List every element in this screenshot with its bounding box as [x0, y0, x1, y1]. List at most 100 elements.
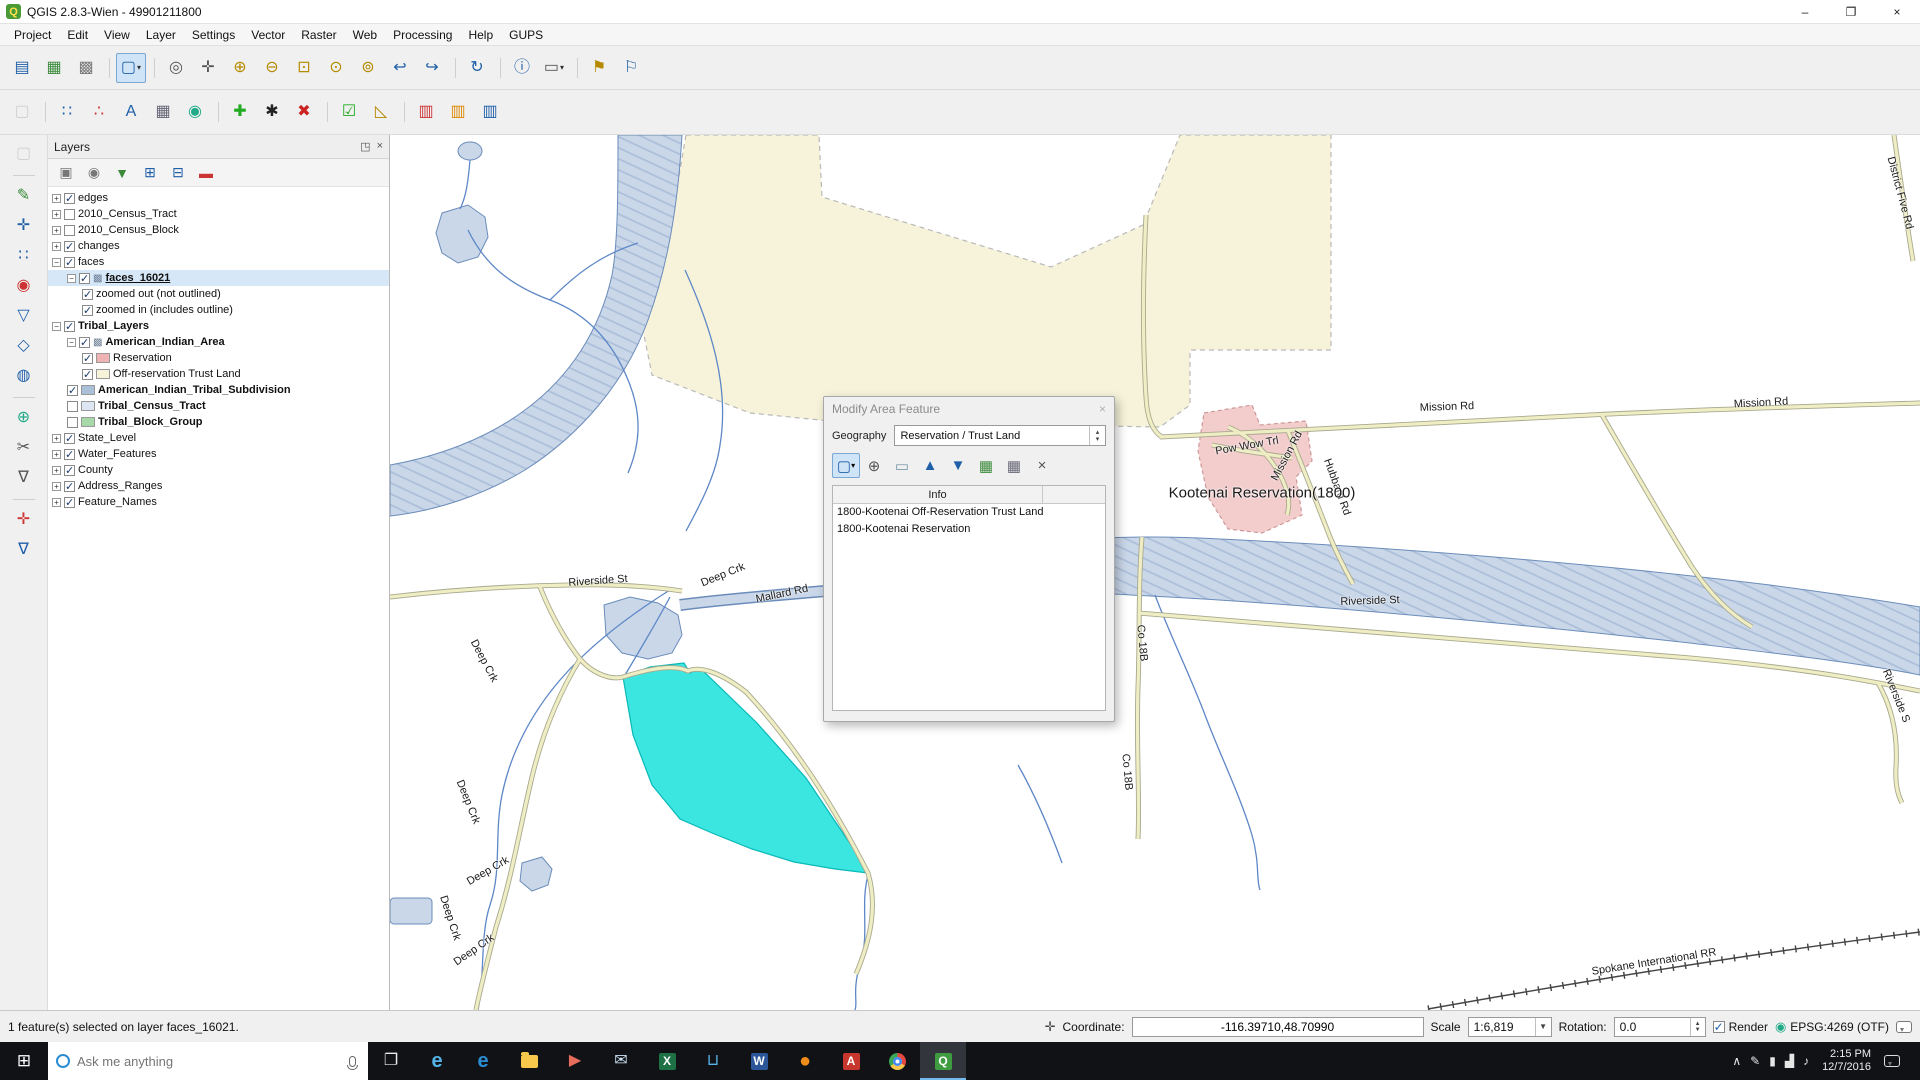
attribute-table-icon[interactable]: ▦	[148, 97, 178, 127]
word-icon[interactable]: W	[736, 1042, 782, 1080]
current-edits-icon[interactable]: ▢	[9, 139, 39, 169]
messages-icon[interactable]	[1896, 1020, 1912, 1033]
add-group-icon[interactable]: ▣	[54, 161, 78, 185]
legend-zoomed-in[interactable]: zoomed in (includes outline)	[48, 302, 389, 318]
group-address-ranges[interactable]: + Address_Ranges	[48, 478, 389, 494]
remove-layer-icon[interactable]: ▬	[194, 161, 218, 185]
vertex-edit-icon[interactable]: ∴	[84, 97, 114, 127]
coordinate-input[interactable]	[1131, 1016, 1424, 1037]
move-feature-icon[interactable]: ✛	[9, 211, 39, 241]
info-row[interactable]: 1800-Kootenai Reservation	[833, 521, 1105, 538]
task-view-icon[interactable]: ❐	[368, 1042, 414, 1080]
measure-icon[interactable]: ▭	[539, 53, 569, 83]
new-bookmark-icon[interactable]: ⚑	[577, 53, 614, 83]
excel-icon[interactable]: X	[644, 1042, 690, 1080]
node-tool-icon[interactable]: ∷	[9, 241, 39, 271]
layer-american-indian-tribal-subdivision[interactable]: American_Indian_Tribal_Subdivision	[48, 382, 389, 398]
layer-checkbox[interactable]	[64, 448, 75, 461]
modify-point-feature-icon[interactable]: ▥	[475, 97, 505, 127]
menu-project[interactable]: Project	[6, 26, 59, 44]
file-explorer-icon[interactable]: ■	[506, 1042, 552, 1080]
layer-checkbox[interactable]	[67, 400, 78, 412]
layer-american-indian-area[interactable]: − ▩ American_Indian_Area	[48, 334, 389, 350]
hidden-icons-icon[interactable]: ∧	[1732, 1054, 1741, 1068]
spinner-arrows-icon[interactable]: ▲ ▼	[1689, 1017, 1705, 1036]
menu-help[interactable]: Help	[460, 26, 501, 44]
geography-select[interactable]: Reservation / Trust Land ▴ ▾	[894, 425, 1106, 446]
layer-checkbox[interactable]	[64, 208, 75, 220]
menu-web[interactable]: Web	[345, 26, 385, 44]
group-feature-names[interactable]: + Feature_Names	[48, 494, 389, 510]
globe-add-icon[interactable]: ⊕	[9, 397, 39, 433]
modify-area-feature-icon[interactable]: ▥	[404, 97, 441, 127]
validate-icon[interactable]: ☑	[327, 97, 364, 127]
firefox-icon[interactable]: ●	[782, 1042, 828, 1080]
add-feature-button[interactable]: ⊕	[860, 453, 888, 478]
layer-edges[interactable]: + edges	[48, 190, 389, 206]
zoom-in-icon[interactable]: ⊕	[225, 53, 255, 83]
search-input[interactable]	[77, 1053, 342, 1069]
action-center-icon[interactable]	[1884, 1055, 1900, 1067]
float-panel-icon[interactable]: ◳	[360, 140, 370, 153]
offset-curve-icon[interactable]: ◍	[9, 361, 39, 391]
layer-checkbox[interactable]	[79, 336, 90, 349]
store-icon[interactable]: ⊔	[690, 1042, 736, 1080]
select-feature-button[interactable]: ▢	[832, 453, 860, 478]
select-features-icon[interactable]: ▢	[109, 52, 146, 83]
legend-off-reservation-trust-land[interactable]: Off-reservation Trust Land	[48, 366, 389, 382]
grid-view-button[interactable]: ▦	[972, 453, 1000, 478]
group-county[interactable]: + County	[48, 462, 389, 478]
menu-vector[interactable]: Vector	[243, 26, 293, 44]
qgis-icon[interactable]: Q	[920, 1042, 966, 1080]
new-print-composer-icon[interactable]: ▦	[39, 53, 69, 83]
taskbar-search[interactable]	[48, 1042, 368, 1080]
expander-icon[interactable]: −	[52, 257, 61, 267]
render-checkbox[interactable]: Render	[1712, 1020, 1768, 1034]
layer-checkbox[interactable]	[67, 384, 78, 397]
label-tool-icon[interactable]: A	[116, 97, 146, 127]
menu-gups[interactable]: GUPS	[501, 26, 551, 44]
legend-zoomed-out[interactable]: zoomed out (not outlined)	[48, 286, 389, 302]
acrobat-icon[interactable]: A	[828, 1042, 874, 1080]
layer-tribal-census-tract[interactable]: Tribal_Census_Tract	[48, 398, 389, 414]
identify-features-icon[interactable]: ⓘ	[500, 53, 537, 83]
expander-icon[interactable]: +	[52, 465, 61, 475]
edge-icon[interactable]: e	[460, 1042, 506, 1080]
dialog-close-icon[interactable]: ×	[1099, 402, 1106, 416]
layer-checkbox[interactable]	[64, 192, 75, 205]
dialog-titlebar[interactable]: Modify Area Feature ×	[824, 397, 1114, 421]
media-player-icon[interactable]: ▶	[552, 1042, 598, 1080]
menu-layer[interactable]: Layer	[138, 26, 184, 44]
menu-settings[interactable]: Settings	[184, 26, 243, 44]
open-table-button[interactable]: ▦	[1000, 453, 1028, 478]
battery-icon[interactable]: ▮	[1769, 1054, 1776, 1068]
expand-all-icon[interactable]: ⊞	[138, 161, 162, 185]
move-up-button[interactable]: ▲	[916, 453, 944, 478]
expander-icon[interactable]: −	[52, 321, 61, 331]
split-features-icon[interactable]: ✂	[9, 433, 39, 463]
mark-point-icon[interactable]: ✱	[257, 97, 287, 127]
delete-point-icon[interactable]: ✖	[289, 97, 319, 127]
expander-icon[interactable]: +	[52, 497, 61, 507]
layer-checkbox[interactable]	[64, 464, 75, 477]
refresh-map-icon[interactable]: ↻	[455, 53, 492, 83]
zoom-to-selection-icon[interactable]: ⊙	[321, 53, 351, 83]
menu-edit[interactable]: Edit	[59, 26, 96, 44]
save-project-icon[interactable]: ▤	[7, 53, 37, 83]
expander-icon[interactable]: +	[52, 449, 61, 459]
ie-icon[interactable]: e	[414, 1042, 460, 1080]
group-water-features[interactable]: + Water_Features	[48, 446, 389, 462]
show-bookmarks-icon[interactable]: ⚐	[616, 53, 646, 83]
expander-icon[interactable]: −	[67, 273, 76, 283]
expander-icon[interactable]: +	[52, 225, 61, 235]
modify-line-feature-icon[interactable]: ▥	[443, 97, 473, 127]
expander-icon[interactable]: +	[52, 209, 61, 219]
layer-checkbox[interactable]	[64, 496, 75, 509]
vertex-marker-icon[interactable]: ∷	[45, 97, 82, 127]
vector-menu-icon[interactable]: ∇	[9, 463, 39, 493]
fill-ring-icon[interactable]: ◇	[9, 331, 39, 361]
layer-checkbox[interactable]	[64, 320, 75, 333]
zoom-last-icon[interactable]: ↩	[385, 53, 415, 83]
expander-icon[interactable]: +	[52, 193, 61, 203]
restore-button[interactable]: ❐	[1828, 0, 1874, 23]
